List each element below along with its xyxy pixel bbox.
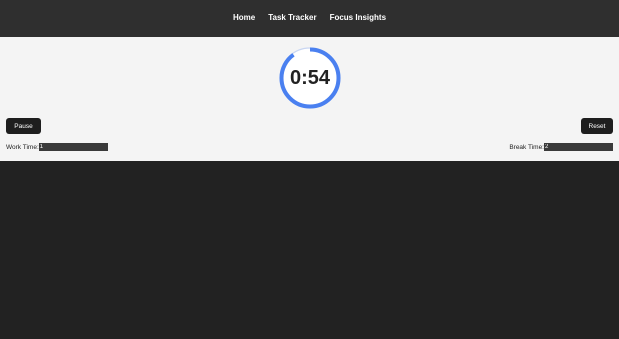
break-time-input[interactable] (544, 143, 613, 151)
pause-button[interactable]: Pause (6, 118, 41, 134)
timer-ring: 0:54 (278, 46, 342, 110)
work-time-input[interactable] (38, 143, 108, 151)
work-time-field: Work Time: (6, 143, 108, 151)
break-time-label: Break Time: (509, 143, 544, 151)
reset-button[interactable]: Reset (581, 118, 613, 134)
timer-display: 0:54 (289, 66, 331, 89)
nav-home-link[interactable]: Home (233, 13, 255, 22)
work-time-label: Work Time: (6, 143, 39, 151)
top-navbar: Home Task Tracker Focus Insights (0, 0, 619, 37)
nav-task-tracker-link[interactable]: Task Tracker (268, 13, 316, 22)
page-background (0, 161, 619, 339)
timer-panel: 0:54 Pause Reset Work Time: Break Time: (0, 37, 619, 161)
break-time-field: Break Time: (509, 143, 613, 151)
nav-focus-insights-link[interactable]: Focus Insights (330, 13, 386, 22)
